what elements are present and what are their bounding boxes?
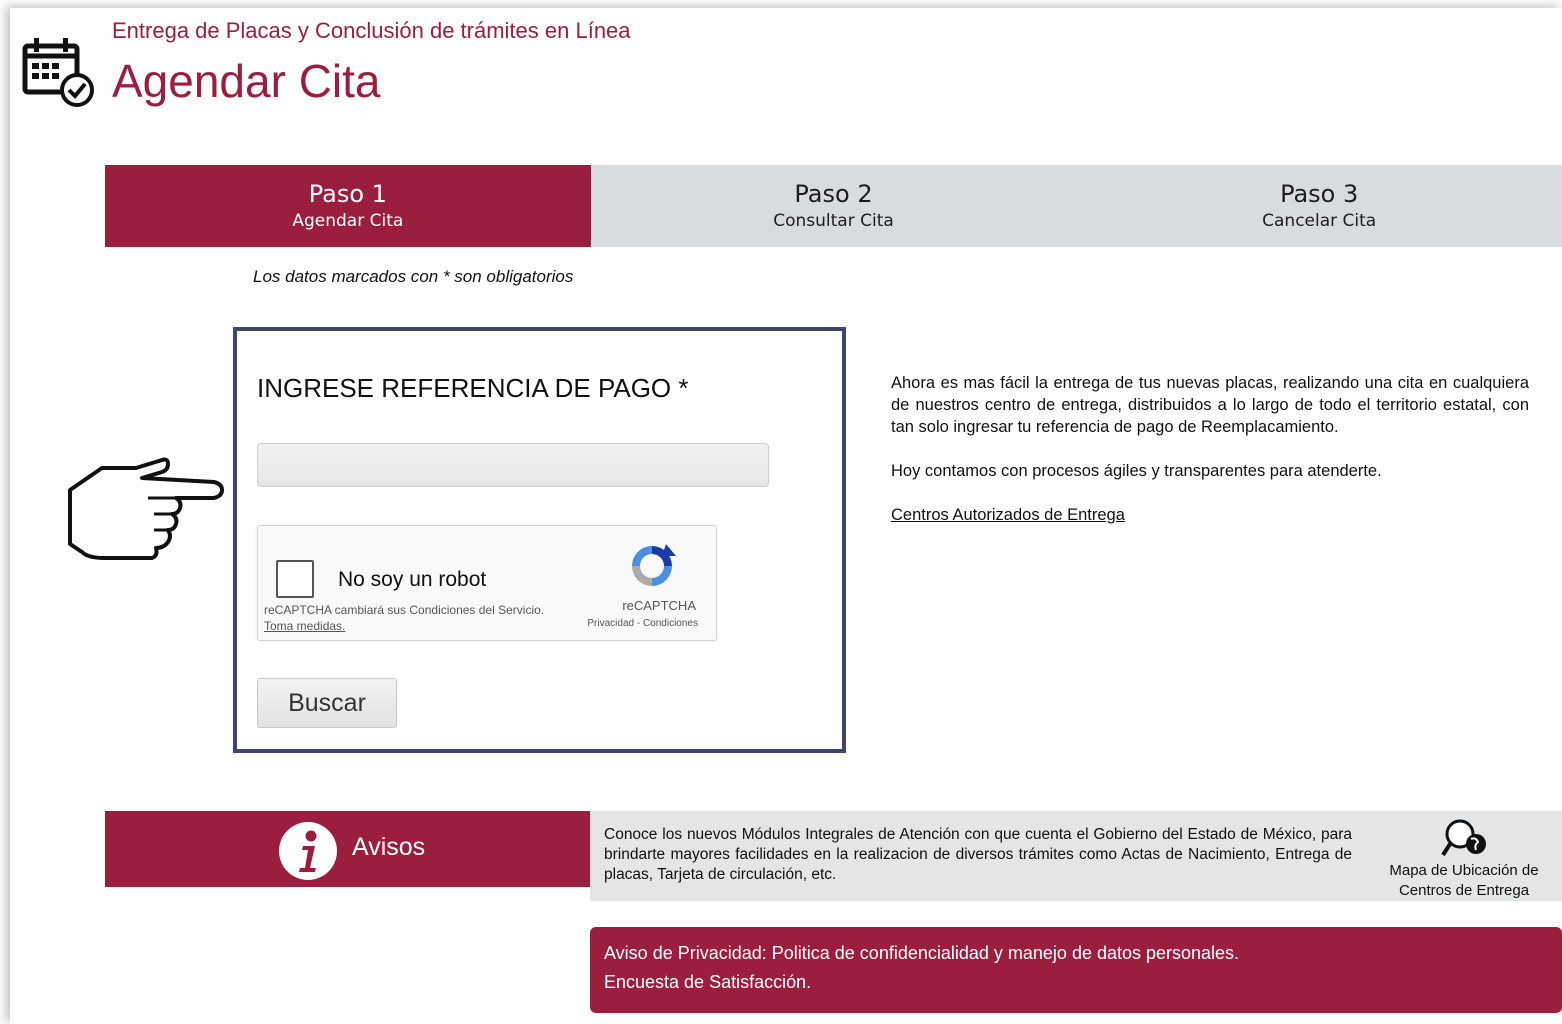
tab-paso-1[interactable]: Paso 1 Agendar Cita	[105, 165, 591, 247]
recaptcha-terms-note: reCAPTCHA cambiará sus Condiciones del S…	[264, 602, 554, 634]
calendar-check-icon	[22, 38, 94, 107]
required-fields-note: Los datos marcados con * son obligatorio…	[253, 267, 574, 286]
payment-reference-label: INGRESE REFERENCIA DE PAGO *	[257, 373, 689, 403]
page-subtitle: Entrega de Placas y Conclusión de trámit…	[112, 18, 631, 43]
map-search-icon[interactable]	[1440, 817, 1490, 861]
recaptcha-brand: reCAPTCHA	[622, 598, 696, 613]
search-button[interactable]: Buscar	[257, 678, 397, 728]
step-number: Paso 1	[308, 180, 387, 208]
avisos-label: Avisos	[352, 833, 426, 861]
privacy-notice-link[interactable]: Aviso de Privacidad: Politica de confide…	[604, 943, 1239, 964]
privacy-footer: Aviso de Privacidad: Politica de confide…	[590, 927, 1562, 1013]
info-paragraph: Ahora es mas fácil la entrega de tus nue…	[891, 374, 1529, 436]
recaptcha-label: No soy un robot	[338, 568, 487, 591]
modules-notice: Conoce los nuevos Módulos Integrales de …	[590, 811, 1562, 901]
page-title: Agendar Cita	[112, 55, 381, 107]
info-panel: Ahora es mas fácil la entrega de tus nue…	[891, 372, 1529, 526]
step-label: Cancelar Cita	[1262, 211, 1377, 231]
step-tabs: Paso 1 Agendar Cita Paso 2 Consultar Cit…	[105, 165, 1562, 247]
payment-reference-input[interactable]	[257, 443, 769, 487]
recaptcha-links[interactable]: Privacidad - Condiciones	[587, 618, 698, 629]
payment-reference-form: INGRESE REFERENCIA DE PAGO * No soy un r…	[233, 327, 846, 753]
recaptcha-logo-icon	[632, 544, 676, 586]
step-number: Paso 3	[1280, 180, 1359, 208]
satisfaction-survey-link[interactable]: Encuesta de Satisfacción.	[604, 972, 811, 993]
tab-paso-2[interactable]: Paso 2 Consultar Cita	[591, 165, 1077, 247]
info-icon	[279, 822, 337, 880]
step-label: Consultar Cita	[773, 211, 894, 231]
modules-notice-text: Conoce los nuevos Módulos Integrales de …	[604, 826, 1352, 883]
tab-paso-3[interactable]: Paso 3 Cancelar Cita	[1076, 165, 1562, 247]
authorized-centers-link[interactable]: Centros Autorizados de Entrega	[891, 506, 1125, 524]
recaptcha-checkbox[interactable]	[276, 560, 314, 598]
step-number: Paso 2	[794, 180, 873, 208]
recaptcha-terms-link[interactable]: Toma medidas.	[264, 619, 345, 633]
info-paragraph: Hoy contamos con procesos ágiles y trans…	[891, 462, 1382, 480]
recaptcha-widget: No soy un robot reCAPTCHA cambiará sus C…	[257, 525, 717, 641]
pointing-hand-icon	[68, 457, 224, 560]
recaptcha-terms-text: reCAPTCHA cambiará sus Condiciones del S…	[264, 603, 545, 617]
location-map-link[interactable]: Mapa de Ubicación de Centros de Entrega	[1376, 861, 1552, 901]
step-label: Agendar Cita	[292, 211, 404, 231]
avisos-banner: Avisos	[105, 811, 590, 887]
